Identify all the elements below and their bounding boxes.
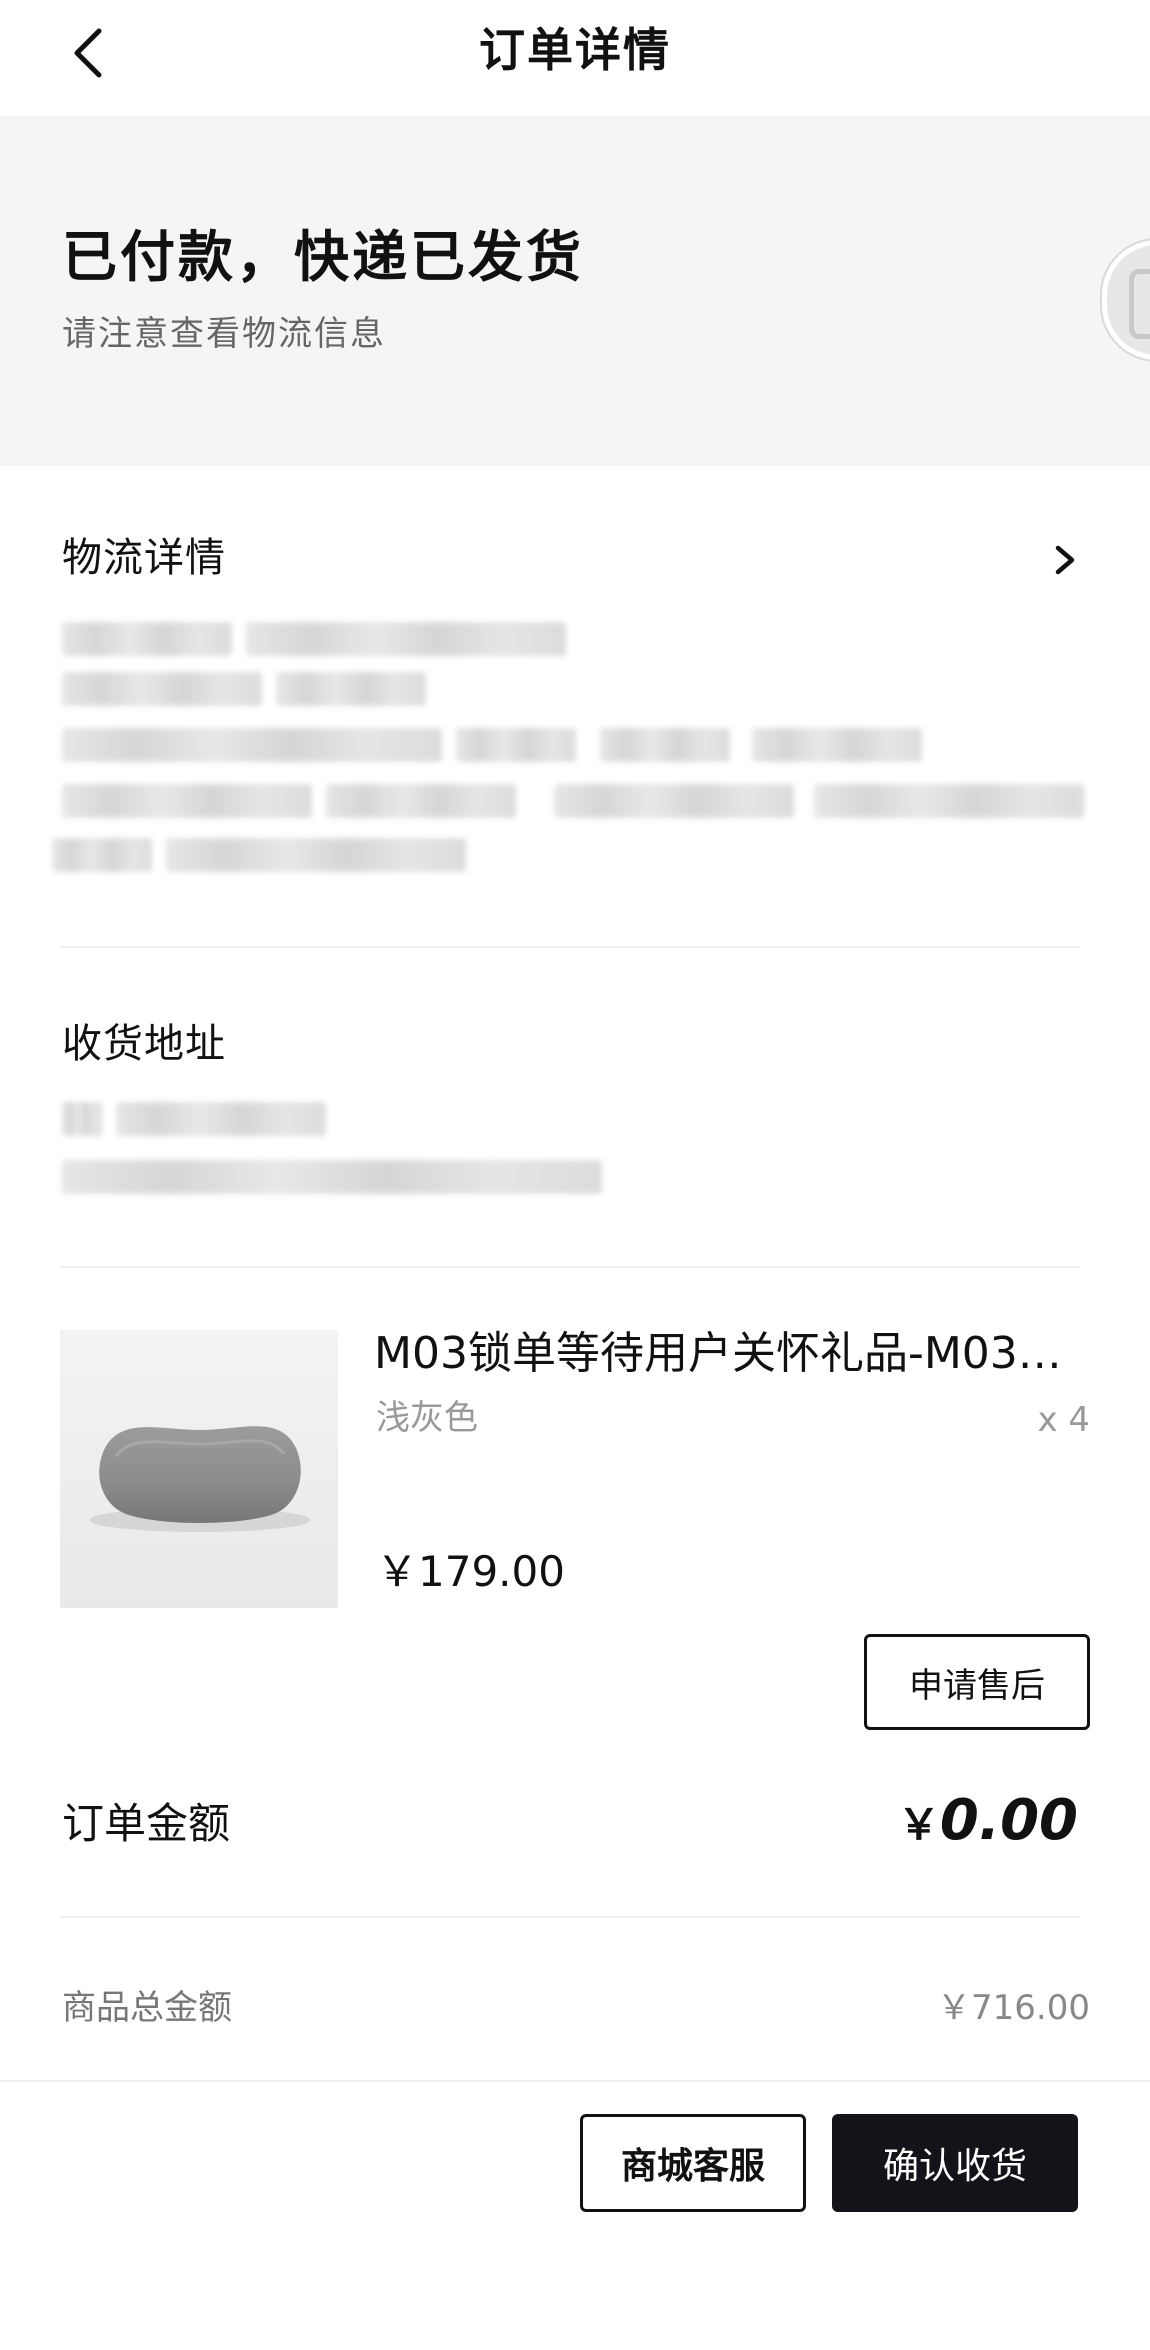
chevron-right-icon <box>1055 545 1075 575</box>
product-price: ￥179.00 <box>376 1547 565 1596</box>
order-status-banner: 已付款，快递已发货 请注意查看物流信息 <box>0 116 1150 466</box>
order-amount-label: 订单金额 <box>62 1799 231 1848</box>
goods-total-label: 商品总金额 <box>62 1988 232 2028</box>
product-variant: 浅灰色 <box>376 1398 478 1438</box>
headrest-pillow-image <box>60 1330 338 1608</box>
order-amount-value: ￥0.00 <box>898 1786 1078 1869</box>
product-quantity: x 4 <box>1037 1400 1090 1440</box>
logistics-section-title: 物流详情 <box>62 535 226 581</box>
section-divider <box>60 1266 1080 1268</box>
order-status-title: 已付款，快递已发货 <box>62 225 585 289</box>
section-divider <box>60 946 1080 948</box>
address-section-title: 收货地址 <box>62 1021 226 1067</box>
order-amount-number: 0.00 <box>939 1788 1078 1853</box>
order-status-subtitle: 请注意查看物流信息 <box>62 314 386 354</box>
product-name[interactable]: M03锁单等待用户关怀礼品-M03… <box>374 1326 1094 1382</box>
order-detail-page: 订单详情 已付款，快递已发货 请注意查看物流信息 物流详情 收货地址 M03锁单… <box>0 0 1150 2350</box>
page-title: 订单详情 <box>479 23 671 77</box>
apply-aftersale-button[interactable]: 申请售后 <box>864 1634 1090 1730</box>
currency-symbol: ￥ <box>897 1800 940 1849</box>
section-divider <box>60 1916 1080 1918</box>
customer-service-button[interactable]: 商城客服 <box>580 2114 806 2212</box>
top-navigation-bar: 订单详情 <box>0 0 1150 116</box>
goods-total-value: ￥716.00 <box>937 1988 1090 2028</box>
product-image[interactable] <box>60 1330 338 1608</box>
confirm-receipt-button[interactable]: 确认收货 <box>832 2114 1078 2212</box>
delivery-truck-icon <box>1102 240 1150 360</box>
